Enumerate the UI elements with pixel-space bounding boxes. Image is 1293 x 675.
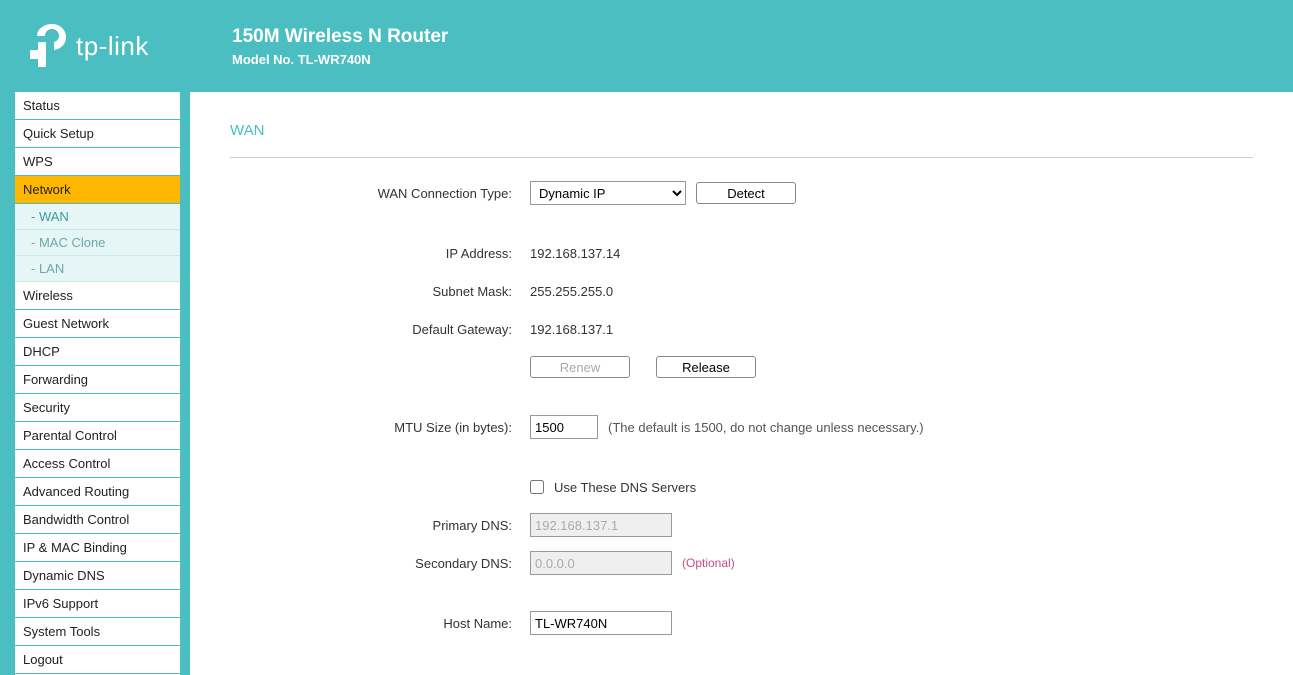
sidebar-item-access-control[interactable]: Access Control [15, 450, 180, 478]
hint-optional: (Optional) [682, 556, 735, 570]
sidebar-item-dynamic-dns[interactable]: Dynamic DNS [15, 562, 180, 590]
sidebar-item-bandwidth-control[interactable]: Bandwidth Control [15, 506, 180, 534]
label-ip-address: IP Address: [230, 246, 530, 261]
release-button[interactable]: Release [656, 356, 756, 378]
sidebar-item-security[interactable]: Security [15, 394, 180, 422]
product-title: 150M Wireless N Router [232, 26, 448, 48]
sidebar-item-guest-network[interactable]: Guest Network [15, 310, 180, 338]
sidebar-item-forwarding[interactable]: Forwarding [15, 366, 180, 394]
sidebar-item-dhcp[interactable]: DHCP [15, 338, 180, 366]
select-wan-connection-type[interactable]: Dynamic IP [530, 181, 686, 205]
tplink-logo-icon [28, 24, 68, 68]
divider [230, 157, 1253, 158]
input-mtu-size[interactable] [530, 415, 598, 439]
label-host-name: Host Name: [230, 616, 530, 631]
sidebar-item-ip-mac-binding[interactable]: IP & MAC Binding [15, 534, 180, 562]
sidebar-sub-lan[interactable]: - LAN [15, 256, 180, 282]
sidebar-item-ipv6-support[interactable]: IPv6 Support [15, 590, 180, 618]
value-subnet-mask: 255.255.255.0 [530, 284, 613, 299]
input-host-name[interactable] [530, 611, 672, 635]
product-model: Model No. TL-WR740N [232, 52, 448, 67]
sidebar-sub-mac-clone[interactable]: - MAC Clone [15, 230, 180, 256]
renew-button[interactable]: Renew [530, 356, 630, 378]
input-primary-dns[interactable] [530, 513, 672, 537]
sidebar-item-wps[interactable]: WPS [15, 148, 180, 176]
sidebar-sub-wan[interactable]: - WAN [15, 204, 180, 230]
sidebar-item-quick-setup[interactable]: Quick Setup [15, 120, 180, 148]
value-default-gateway: 192.168.137.1 [530, 322, 613, 337]
sidebar-item-network[interactable]: Network [15, 176, 180, 204]
app-header: tp-link 150M Wireless N Router Model No.… [0, 0, 1293, 92]
sidebar-nav: Status Quick Setup WPS Network - WAN - M… [15, 92, 180, 675]
label-default-gateway: Default Gateway: [230, 322, 530, 337]
sidebar-item-wireless[interactable]: Wireless [15, 282, 180, 310]
label-subnet-mask: Subnet Mask: [230, 284, 530, 299]
label-use-dns: Use These DNS Servers [554, 480, 696, 495]
sidebar-right-strip [180, 92, 190, 675]
sidebar-left-strip [0, 92, 15, 675]
label-secondary-dns: Secondary DNS: [230, 556, 530, 571]
page-title: WAN [230, 122, 1253, 139]
label-mtu-size: MTU Size (in bytes): [230, 420, 530, 435]
checkbox-use-dns[interactable] [530, 480, 544, 494]
brand-name: tp-link [76, 31, 149, 62]
sidebar-item-parental-control[interactable]: Parental Control [15, 422, 180, 450]
brand-logo: tp-link [28, 24, 218, 68]
label-primary-dns: Primary DNS: [230, 518, 530, 533]
sidebar-item-status[interactable]: Status [15, 92, 180, 120]
hint-mtu: (The default is 1500, do not change unle… [608, 420, 924, 435]
label-wan-connection-type: WAN Connection Type: [230, 186, 530, 201]
input-secondary-dns[interactable] [530, 551, 672, 575]
detect-button[interactable]: Detect [696, 182, 796, 204]
sidebar-item-advanced-routing[interactable]: Advanced Routing [15, 478, 180, 506]
sidebar-item-logout[interactable]: Logout [15, 646, 180, 674]
sidebar-item-system-tools[interactable]: System Tools [15, 618, 180, 646]
value-ip-address: 192.168.137.14 [530, 246, 620, 261]
content-panel: WAN WAN Connection Type: Dynamic IP Dete… [190, 92, 1293, 675]
